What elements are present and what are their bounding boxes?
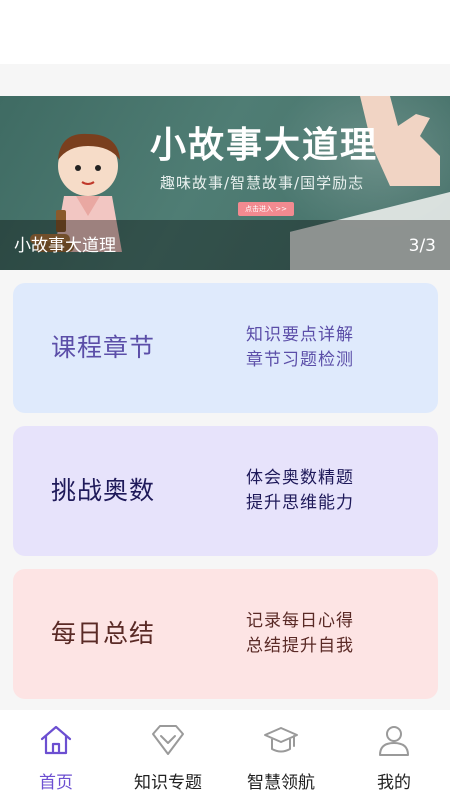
card-desc-line: 知识要点详解 [246, 325, 354, 345]
card-title: 挑战奥数 [51, 476, 156, 505]
tab-label: 我的 [377, 773, 411, 793]
card-daily-summary[interactable]: 每日总结 记录每日心得 总结提升自我 [13, 569, 438, 699]
card-desc-line: 总结提升自我 [246, 636, 354, 656]
tab-knowledge-topics[interactable]: 知识专题 [112, 710, 224, 800]
user-icon [379, 726, 409, 756]
banner-subtitle: 趣味故事/智慧故事/国学励志 [160, 174, 365, 192]
card-title: 每日总结 [51, 619, 156, 648]
tab-home[interactable]: 首页 [0, 710, 112, 800]
card-title: 课程章节 [51, 333, 156, 362]
tab-profile[interactable]: 我的 [338, 710, 450, 800]
card-desc-line: 记录每日心得 [246, 611, 354, 631]
card-course-chapters[interactable]: 课程章节 知识要点详解 章节习题检测 [13, 283, 438, 413]
banner-caption: 小故事大道理 [14, 236, 116, 256]
tab-label: 首页 [39, 773, 73, 793]
card-description: 记录每日心得 总结提升自我 [246, 609, 354, 659]
banner-enter-button[interactable]: 点击进入 >> [238, 202, 294, 216]
card-desc-line: 体会奥数精题 [246, 468, 354, 488]
banner-carousel[interactable]: 小故事大道理 趣味故事/智慧故事/国学励志 点击进入 >> 小故事大道理 3/3 [0, 96, 450, 270]
card-description: 知识要点详解 章节习题检测 [246, 323, 354, 373]
home-icon [40, 725, 72, 755]
graduation-cap-icon [264, 727, 298, 753]
status-bar [0, 0, 450, 64]
card-challenge-math[interactable]: 挑战奥数 体会奥数精题 提升思维能力 [13, 426, 438, 556]
tab-label: 知识专题 [134, 773, 202, 793]
card-desc-line: 提升思维能力 [246, 493, 354, 513]
card-description: 体会奥数精题 提升思维能力 [246, 466, 354, 516]
diamond-icon [152, 725, 184, 755]
bottom-tab-bar: 首页 知识专题 智慧领航 我的 [0, 710, 450, 800]
card-desc-line: 章节习题检测 [246, 350, 354, 370]
tab-wisdom-guide[interactable]: 智慧领航 [225, 710, 337, 800]
tab-label: 智慧领航 [247, 773, 315, 793]
banner-title: 小故事大道理 [150, 125, 379, 166]
banner-page-counter: 3/3 [408, 236, 436, 256]
